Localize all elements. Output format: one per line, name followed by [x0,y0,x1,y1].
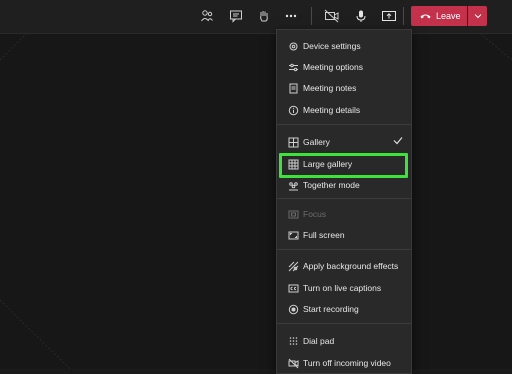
menu-item-full-screen[interactable]: Full screen [277,225,411,245]
menu-item-live-captions[interactable]: Turn on live captions [277,278,411,298]
menu-item-gallery[interactable]: Gallery [277,132,411,152]
focus-icon [287,208,299,220]
video-off-icon [287,357,299,369]
gallery-icon [287,136,299,148]
menu-item-meeting-notes[interactable]: Meeting notes [277,78,411,98]
menu-item-device-settings[interactable]: Device settings [277,36,411,56]
menu-item-focus: Focus [277,204,411,224]
mic-icon[interactable] [349,5,373,27]
menu-divider [277,249,411,250]
gear-icon [287,40,299,52]
menu-divider [277,198,411,199]
fullscreen-icon [287,229,299,241]
menu-item-start-recording[interactable]: Start recording [277,299,411,319]
menu-divider [277,124,411,125]
meeting-toolbar: Leave [0,0,512,34]
toolbar-separator [311,7,312,25]
menu-item-together-mode[interactable]: Together mode [277,175,411,195]
share-tray-icon[interactable] [377,5,401,27]
raise-hand-icon[interactable] [252,5,276,27]
background-effects-icon [287,260,299,272]
leave-button[interactable]: Leave [411,6,467,26]
menu-item-turn-off-incoming-video[interactable]: Turn off incoming video [277,353,411,373]
dialpad-icon [287,335,299,347]
captions-icon [287,282,299,294]
large-gallery-highlight-box [279,153,408,178]
menu-item-dial-pad[interactable]: Dial pad [277,331,411,351]
menu-item-background-effects[interactable]: Apply background effects [277,256,411,276]
meeting-stage [0,0,512,369]
camera-off-icon[interactable] [320,5,344,27]
notes-icon [287,82,299,94]
leave-label: Leave [436,11,461,21]
leave-options-button[interactable] [468,6,487,26]
info-icon [287,104,299,116]
toolbar-separator [403,7,404,25]
record-icon [287,303,299,315]
sliders-icon [287,61,299,73]
menu-divider [277,323,411,324]
menu-item-meeting-details[interactable]: Meeting details [277,100,411,120]
stage-background-decoration [0,0,512,369]
menu-item-meeting-options[interactable]: Meeting options [277,57,411,77]
phone-hangup-icon [420,14,431,19]
chat-icon[interactable] [224,5,248,27]
more-actions-icon[interactable] [279,5,303,27]
together-mode-icon [287,179,299,191]
chevron-down-icon [474,14,481,19]
more-actions-menu: Device settings Meeting options Meeting … [276,29,412,374]
checkmark-icon [393,136,403,147]
people-icon[interactable] [195,5,219,27]
